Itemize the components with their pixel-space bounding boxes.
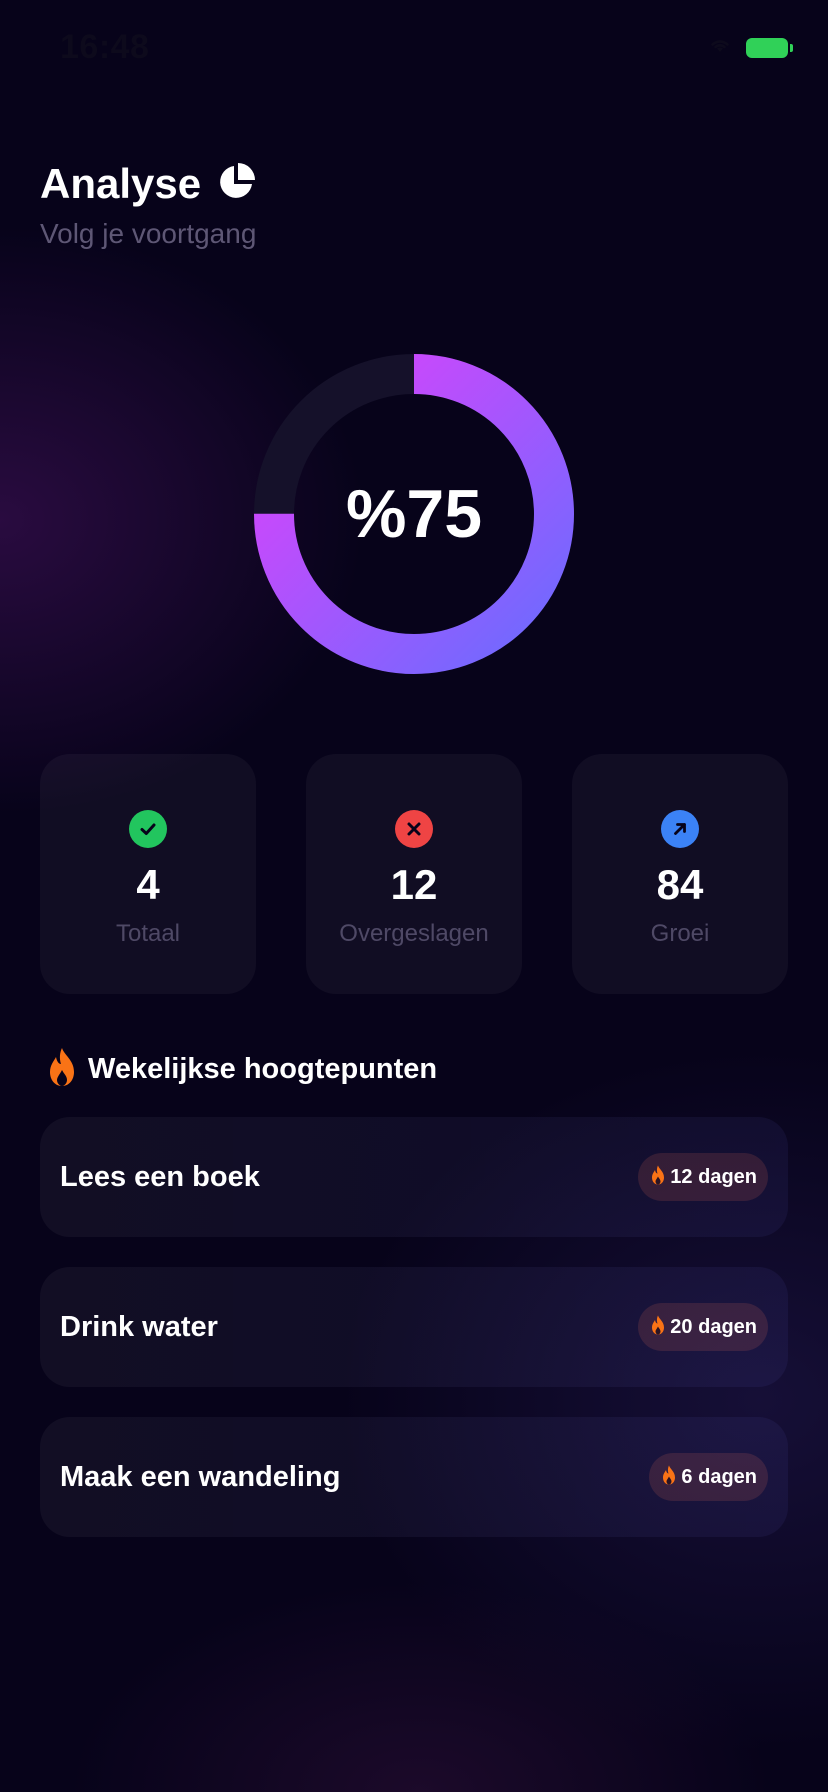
fire-icon — [649, 1164, 667, 1191]
streak-text: 20 dagen — [670, 1315, 757, 1338]
title-row: Analyse — [40, 160, 257, 208]
stats-row: 4 Totaal 12 Overgeslagen 84 Groei — [40, 754, 788, 994]
status-time: 16:48 — [60, 28, 150, 66]
streak-text: 12 dagen — [670, 1165, 757, 1188]
highlights-header: Wekelijkse hoogtepunten — [44, 1046, 437, 1093]
wifi-icon — [708, 36, 732, 59]
streak-text: 6 dagen — [681, 1465, 757, 1488]
stat-card-total: 4 Totaal — [40, 754, 256, 994]
page-header: Analyse Volg je voortgang — [40, 160, 257, 250]
list-item[interactable]: Maak een wandeling 6 dagen — [40, 1417, 788, 1537]
progress-value: %75 — [345, 476, 483, 552]
highlight-name: Maak een wandeling — [60, 1460, 341, 1493]
arrow-up-right-icon — [661, 810, 699, 848]
stat-value-total: 4 — [136, 861, 160, 908]
stat-card-skipped: 12 Overgeslagen — [306, 754, 522, 994]
highlights-title: Wekelijkse hoogtepunten — [88, 1053, 438, 1085]
stat-value-growth: 84 — [656, 861, 704, 908]
streak-badge: 12 dagen — [638, 1153, 768, 1201]
battery-icon — [746, 37, 793, 58]
highlight-name: Drink water — [60, 1310, 218, 1343]
pie-chart-icon — [215, 161, 257, 208]
page-subtitle: Volg je voortgang — [40, 218, 257, 249]
stat-card-growth: 84 Groei — [572, 754, 788, 994]
fire-icon — [660, 1464, 678, 1491]
highlight-name: Lees een boek — [60, 1160, 260, 1193]
highlights-list: Lees een boek 12 dagen Drink water 20 da… — [40, 1117, 788, 1567]
list-item[interactable]: Drink water 20 dagen — [40, 1267, 788, 1387]
close-icon — [395, 810, 433, 848]
stat-label-skipped: Overgeslagen — [339, 920, 489, 948]
stat-value-skipped: 12 — [390, 861, 438, 908]
fire-icon — [649, 1314, 667, 1341]
streak-badge: 20 dagen — [638, 1303, 768, 1351]
page-title: Analyse — [40, 160, 202, 207]
progress-ring: %75 — [253, 353, 575, 675]
stat-label-growth: Groei — [650, 920, 710, 948]
stat-label-total: Totaal — [115, 920, 181, 948]
status-icons — [708, 36, 793, 59]
check-icon — [129, 810, 167, 848]
streak-badge: 6 dagen — [649, 1453, 768, 1501]
list-item[interactable]: Lees een boek 12 dagen — [40, 1117, 788, 1237]
status-bar: 16:48 — [0, 0, 828, 100]
fire-icon — [44, 1046, 80, 1093]
